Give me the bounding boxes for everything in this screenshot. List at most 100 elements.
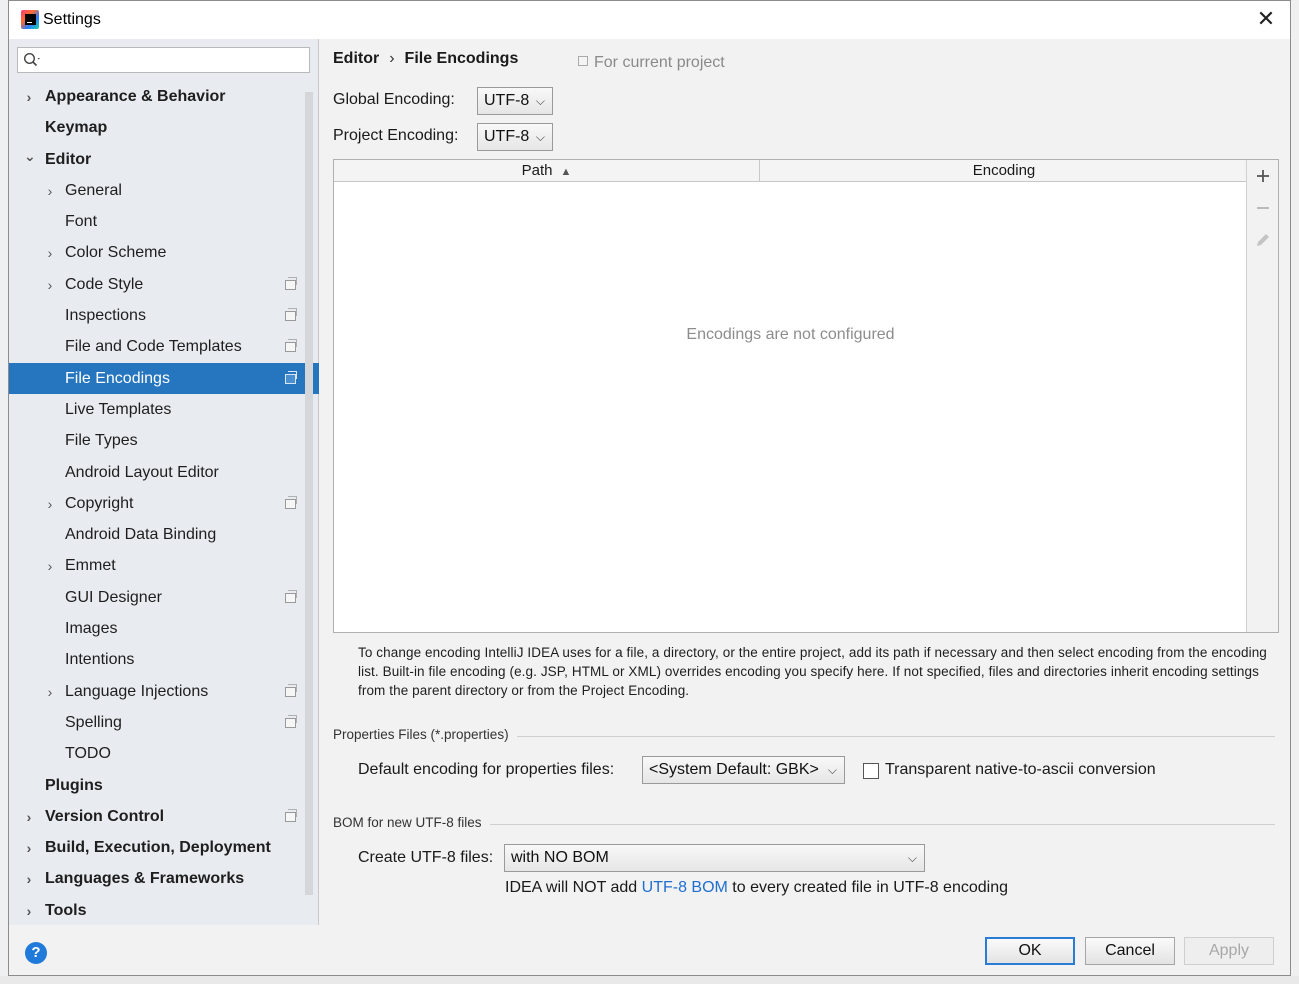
sidebar-item-file-encodings[interactable]: File Encodings [9, 362, 319, 394]
sidebar-item-copyright[interactable]: › Copyright [9, 488, 319, 519]
cancel-button[interactable]: Cancel [1085, 937, 1175, 965]
bom-create-select[interactable]: with NO BOM ⌵ [504, 844, 925, 872]
bom-note-prefix: IDEA will NOT add [505, 879, 642, 896]
column-header-encoding[interactable]: Encoding [761, 160, 1247, 181]
title-bar[interactable]: Settings ✕ [9, 1, 1290, 39]
sidebar-item-appearance-behavior[interactable]: › Appearance & Behavior [9, 81, 319, 112]
search-input[interactable] [46, 50, 301, 70]
add-icon[interactable] [1253, 166, 1273, 186]
transparent-conversion-label[interactable]: Transparent native-to-ascii conversion [885, 761, 1156, 779]
background-window-edge-bottom [0, 976, 1299, 984]
sidebar-item-emmet[interactable]: › Emmet [9, 550, 319, 581]
project-scope-icon [285, 808, 297, 822]
chevron-right-icon[interactable]: › [45, 184, 55, 198]
properties-encoding-select[interactable]: <System Default: GBK> ⌵ [642, 756, 845, 784]
chevron-right-icon[interactable]: › [24, 810, 34, 824]
sidebar-item-font[interactable]: Font [9, 206, 319, 237]
sidebar-item-gui-designer[interactable]: GUI Designer [9, 582, 319, 613]
sidebar-item-label: Languages & Frameworks [45, 870, 245, 888]
sidebar-item-tools[interactable]: › Tools [9, 895, 319, 926]
search-icon [23, 52, 40, 67]
sidebar-item-label: TODO [65, 745, 111, 763]
sidebar-item-label: Live Templates [65, 400, 172, 418]
sidebar-item-label: Plugins [45, 776, 103, 794]
sidebar-item-android-layout-editor[interactable]: Android Layout Editor [9, 457, 319, 488]
sidebar-item-file-types[interactable]: File Types [9, 425, 319, 456]
path-encoding-table[interactable]: Path ▲ Encoding Encodings are not configu… [333, 159, 1279, 633]
chevron-right-icon[interactable]: › [45, 246, 55, 260]
properties-encoding-value: <System Default: GBK> [649, 761, 819, 778]
chevron-right-icon[interactable]: › [45, 497, 55, 511]
sidebar-item-keymap[interactable]: Keymap [9, 112, 319, 143]
sidebar-item-build-execution-deployment[interactable]: › Build, Execution, Deployment [9, 832, 319, 863]
sidebar-item-editor[interactable]: ⌄ Editor [9, 144, 319, 175]
sidebar-item-label: General [65, 181, 122, 199]
sidebar-item-general[interactable]: › General [9, 175, 319, 206]
properties-section-header: Properties Files (*.properties) [333, 727, 1275, 747]
utf8-bom-link[interactable]: UTF-8 BOM [642, 879, 728, 896]
settings-sidebar: › Appearance & Behavior Keymap ⌄ Editor › Gene… [9, 39, 319, 925]
chevron-right-icon[interactable]: › [24, 841, 34, 855]
chevron-right-icon[interactable]: › [24, 904, 34, 918]
sidebar-item-language-injections[interactable]: › Language Injections [9, 676, 319, 707]
ok-button[interactable]: OK [985, 937, 1075, 965]
table-toolbar [1246, 160, 1278, 632]
sidebar-item-label: Android Data Binding [65, 526, 217, 544]
sidebar-item-label: Code Style [65, 275, 144, 293]
sidebar-item-label: Editor [45, 150, 92, 168]
search-field[interactable] [17, 47, 310, 73]
project-scope-icon [285, 276, 297, 290]
sidebar-item-languages-frameworks[interactable]: › Languages & Frameworks [9, 863, 319, 894]
sidebar-item-color-scheme[interactable]: › Color Scheme [9, 237, 319, 268]
transparent-conversion-checkbox[interactable] [863, 763, 879, 779]
file-encodings-panel: Editor › File Encodings For current projec… [320, 39, 1290, 925]
chevron-right-icon[interactable]: › [45, 685, 55, 699]
chevron-right-icon[interactable]: › [24, 90, 34, 104]
close-icon[interactable]: ✕ [1256, 8, 1276, 30]
chevron-down-icon: ⌵ [535, 130, 545, 144]
sidebar-item-version-control[interactable]: › Version Control [9, 801, 319, 832]
sidebar-item-label: Tools [45, 901, 87, 919]
project-scope-icon [285, 683, 297, 697]
project-encoding-label: Project Encoding: [333, 127, 459, 144]
project-scope-icon [285, 589, 297, 603]
global-encoding-select[interactable]: UTF-8 ⌵ [477, 87, 553, 115]
sidebar-item-intentions[interactable]: Intentions [9, 644, 319, 675]
settings-dialog: Settings ✕ › Appearance & Behavior Keymap ⌄… [8, 0, 1291, 976]
sidebar-item-todo[interactable]: TODO [9, 738, 319, 769]
project-scope-icon [285, 339, 297, 353]
bom-create-label: Create UTF-8 files: [358, 849, 494, 866]
help-icon[interactable]: ? [25, 942, 47, 964]
breadcrumb-separator: › [389, 50, 395, 67]
remove-icon[interactable] [1253, 198, 1273, 218]
background-window-edge-right [1291, 0, 1299, 984]
sidebar-item-plugins[interactable]: Plugins [9, 770, 319, 801]
settings-tree: › Appearance & Behavior Keymap ⌄ Editor › Gene… [9, 81, 319, 926]
global-encoding-label: Global Encoding: [333, 91, 455, 108]
sidebar-item-live-templates[interactable]: Live Templates [9, 394, 319, 425]
sidebar-scrollbar[interactable] [305, 92, 313, 895]
chevron-right-icon[interactable]: › [24, 872, 34, 886]
properties-default-label: Default encoding for properties files: [358, 761, 615, 778]
project-scope-icon [285, 495, 297, 509]
edit-pencil-icon[interactable] [1253, 230, 1273, 250]
empty-table-text: Encodings are not configured [686, 326, 895, 343]
column-path-label: Path [521, 162, 553, 179]
chevron-right-icon[interactable]: › [45, 278, 55, 292]
encoding-help-text: To change encoding IntelliJ IDEA uses fo… [358, 645, 1267, 698]
sidebar-item-label: Version Control [45, 807, 165, 825]
sidebar-item-file-and-code-templates[interactable]: File and Code Templates [9, 331, 319, 362]
chevron-right-icon[interactable]: › [45, 559, 55, 573]
project-scope-icon [578, 56, 588, 66]
sidebar-item-label: Images [65, 620, 118, 638]
sidebar-item-android-data-binding[interactable]: Android Data Binding [9, 519, 319, 550]
chevron-down-icon[interactable]: ⌄ [24, 149, 36, 163]
apply-button[interactable]: Apply [1184, 937, 1274, 965]
sidebar-item-code-style[interactable]: › Code Style [9, 269, 319, 300]
scope-note: For current project [578, 54, 725, 72]
project-encoding-select[interactable]: UTF-8 ⌵ [477, 123, 553, 151]
sidebar-item-inspections[interactable]: Inspections [9, 300, 319, 331]
sidebar-item-images[interactable]: Images [9, 613, 319, 644]
sidebar-item-spelling[interactable]: Spelling [9, 707, 319, 738]
column-header-path[interactable]: Path ▲ [334, 160, 760, 181]
